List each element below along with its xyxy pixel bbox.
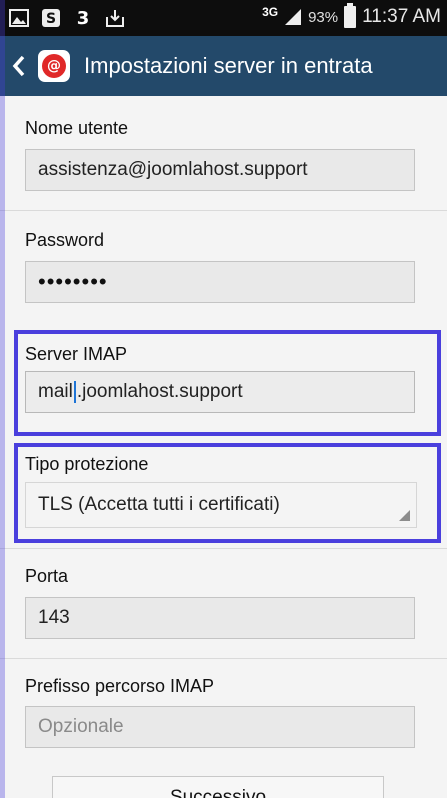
port-label: Porta — [25, 566, 69, 586]
battery-icon — [344, 3, 357, 28]
left-edge-border — [0, 0, 5, 798]
signal-icon — [285, 9, 302, 25]
username-label: Nome utente — [25, 118, 129, 138]
status-bar: S 3 3G 93% 11:37 AM — [0, 0, 447, 36]
email-app-icon: @ — [38, 50, 70, 82]
network-type: 3G — [262, 5, 279, 19]
username-input[interactable]: assistenza@joomlahost.support — [25, 149, 415, 191]
prefix-placeholder: Opzionale — [38, 716, 124, 737]
password-input[interactable]: •••••••• — [25, 261, 415, 303]
password-value: •••••••• — [38, 269, 108, 294]
screen: S 3 3G 93% 11:37 AM @ Impostazioni serve… — [0, 0, 447, 798]
settings-form: Nome utente assistenza@joomlahost.suppor… — [0, 96, 447, 798]
server-value-start: mail — [38, 381, 73, 402]
next-button[interactable]: Successivo — [52, 776, 384, 798]
action-bar: @ Impostazioni server in entrata — [0, 36, 447, 96]
notification-icons: S 3 — [8, 7, 126, 29]
divider — [0, 548, 447, 549]
port-input[interactable]: 143 — [25, 597, 415, 639]
at-sign-icon: @ — [42, 54, 66, 78]
server-label: Server IMAP — [25, 344, 128, 364]
dropdown-corner-icon — [399, 510, 410, 521]
back-button[interactable] — [6, 36, 32, 96]
clock: 11:37 AM — [362, 6, 441, 27]
battery-percent: 93% — [308, 8, 339, 26]
username-value: assistenza@joomlahost.support — [38, 159, 308, 180]
port-value: 143 — [38, 607, 70, 628]
prefix-label: Prefisso percorso IMAP — [25, 676, 215, 696]
svg-text:S: S — [46, 11, 56, 27]
divider — [0, 658, 447, 659]
password-label: Password — [25, 230, 105, 250]
server-input[interactable]: mail .joomlahost.support — [25, 371, 415, 413]
security-label: Tipo protezione — [25, 454, 149, 474]
next-button-label: Successivo — [169, 787, 267, 798]
three-notification-icon: 3 — [76, 7, 90, 29]
security-value: TLS (Accetta tutti i certificati) — [38, 494, 280, 515]
s-notification-icon: S — [40, 7, 62, 29]
server-value-end: .joomlahost.support — [76, 381, 243, 402]
system-icons: 3G 93% 11:37 AM — [262, 3, 441, 28]
chevron-left-icon — [12, 55, 25, 77]
prefix-input[interactable]: Opzionale — [25, 706, 415, 748]
security-dropdown[interactable]: TLS (Accetta tutti i certificati) — [25, 482, 417, 528]
download-icon — [104, 7, 126, 29]
gallery-icon — [8, 7, 30, 29]
text-cursor — [73, 381, 76, 403]
page-title: Impostazioni server in entrata — [84, 53, 373, 78]
divider — [0, 210, 447, 211]
